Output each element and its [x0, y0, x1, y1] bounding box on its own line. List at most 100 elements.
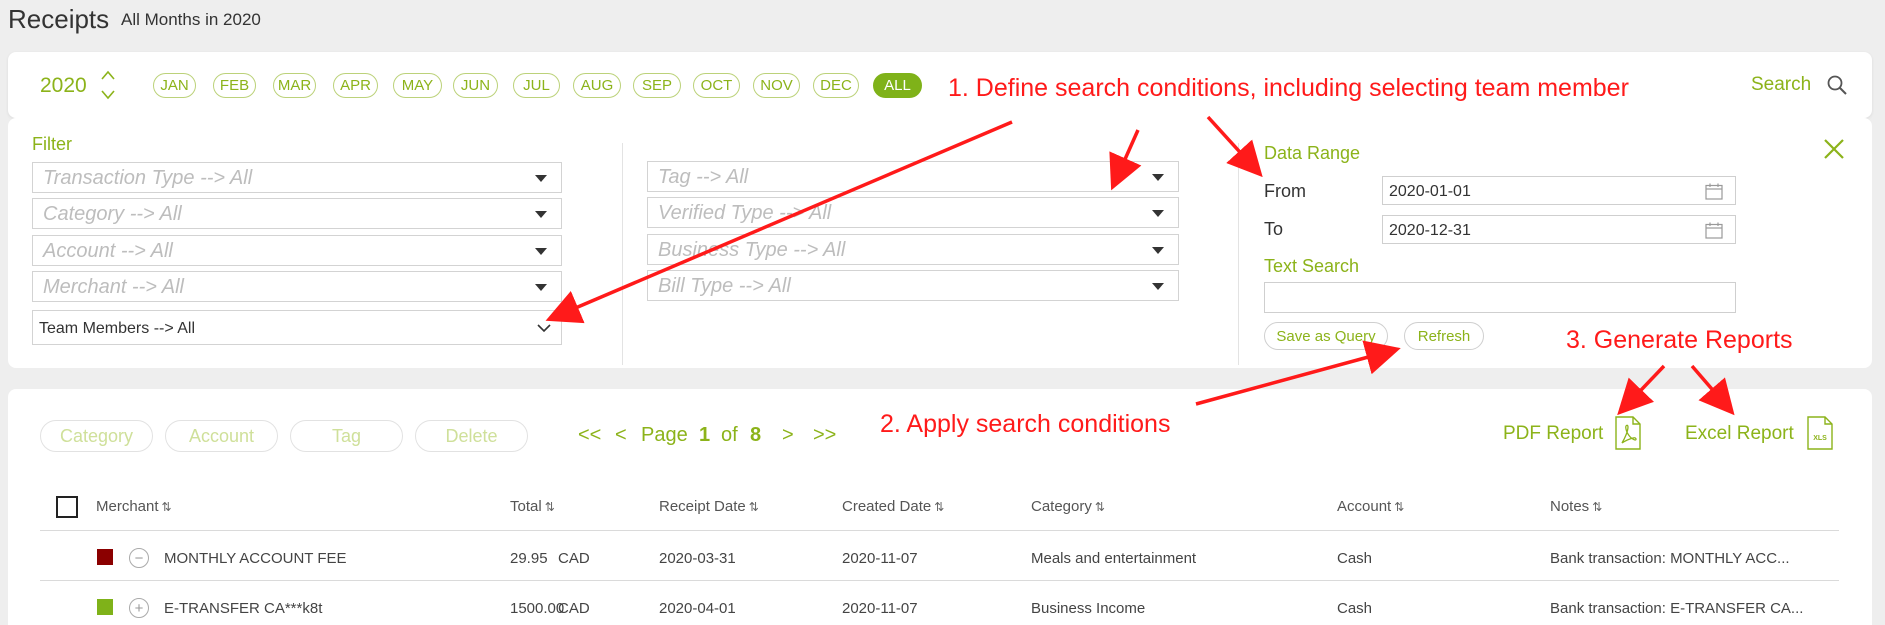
team-members-select[interactable]: Team Members --> All: [32, 310, 562, 345]
first-page-button[interactable]: <<: [578, 424, 601, 447]
column-label: Merchant: [96, 498, 159, 515]
sort-icon[interactable]: ⇅: [1095, 500, 1105, 514]
month-button-jun[interactable]: JUN: [453, 73, 498, 98]
from-date-input[interactable]: 2020-01-01: [1382, 176, 1736, 205]
cell-merchant: MONTHLY ACCOUNT FEE: [164, 550, 347, 567]
cell-total-amount: 1500.00: [510, 600, 565, 617]
expand-icon[interactable]: +: [129, 598, 149, 618]
sort-icon[interactable]: ⇅: [1394, 500, 1404, 514]
column-header-total[interactable]: Total ⇅: [510, 498, 555, 515]
month-button-nov[interactable]: NOV: [753, 73, 800, 98]
transaction-type-select[interactable]: Transaction Type --> All: [32, 162, 562, 193]
calendar-icon[interactable]: [1705, 222, 1723, 239]
last-page-button[interactable]: >>: [813, 424, 836, 447]
column-label: Total: [510, 498, 542, 515]
chevron-up-icon[interactable]: [100, 68, 116, 82]
column-header-receipt-date[interactable]: Receipt Date ⇅: [659, 498, 759, 515]
select-value: Bill Type --> All: [658, 275, 791, 297]
column-header-category[interactable]: Category ⇅: [1031, 498, 1105, 515]
column-header-merchant[interactable]: Merchant ⇅: [96, 498, 172, 515]
caret-down-icon: [1152, 283, 1164, 290]
cell-notes: Bank transaction: MONTHLY ACC...: [1550, 550, 1790, 567]
refresh-button[interactable]: Refresh: [1404, 322, 1484, 350]
status-color-square: [97, 599, 113, 615]
select-value: Team Members --> All: [39, 320, 196, 337]
close-icon[interactable]: [1822, 137, 1846, 161]
save-as-query-button[interactable]: Save as Query: [1264, 322, 1388, 350]
business-type-select[interactable]: Business Type --> All: [647, 234, 1179, 265]
chevron-down-icon[interactable]: [100, 88, 116, 102]
date-value: 2020-12-31: [1389, 222, 1471, 239]
cell-account: Cash: [1337, 600, 1373, 617]
prev-page-button[interactable]: <: [615, 424, 627, 447]
year-label: 2020: [40, 74, 87, 97]
row-divider: [40, 580, 1839, 581]
select-value: Category --> All: [43, 203, 182, 225]
month-button-mar[interactable]: MAR: [273, 73, 316, 98]
caret-down-icon: [535, 248, 547, 255]
column-header-created-date[interactable]: Created Date ⇅: [842, 498, 944, 515]
cell-notes: Bank transaction: E-TRANSFER CA...: [1550, 600, 1804, 617]
sort-icon[interactable]: ⇅: [749, 500, 759, 514]
merchant-select[interactable]: Merchant --> All: [32, 271, 562, 302]
next-page-button[interactable]: >: [782, 424, 794, 447]
caret-down-icon: [535, 175, 547, 182]
tag-action-button[interactable]: Tag: [290, 420, 403, 452]
sort-icon[interactable]: ⇅: [1592, 500, 1602, 514]
excel-report-link[interactable]: Excel Report: [1685, 423, 1794, 445]
cell-category: Business Income: [1031, 600, 1146, 617]
sort-icon[interactable]: ⇅: [162, 500, 172, 514]
month-button-oct[interactable]: OCT: [693, 73, 740, 98]
sort-icon[interactable]: ⇅: [545, 500, 555, 514]
date-range-label: Data Range: [1264, 143, 1361, 163]
caret-down-icon: [1152, 210, 1164, 217]
divider: [622, 143, 623, 365]
cell-merchant: E-TRANSFER CA***k8t: [164, 600, 323, 617]
account-select[interactable]: Account --> All: [32, 235, 562, 266]
calendar-icon[interactable]: [1705, 183, 1723, 200]
select-value: Business Type --> All: [658, 239, 846, 261]
to-date-input[interactable]: 2020-12-31: [1382, 215, 1736, 244]
month-button-may[interactable]: MAY: [393, 73, 442, 98]
select-value: Tag --> All: [658, 166, 749, 188]
month-button-all[interactable]: ALL: [873, 73, 922, 98]
annotation-step-3: 3. Generate Reports: [1566, 326, 1793, 354]
cell-receipt-date: 2020-03-31: [659, 550, 736, 567]
caret-down-icon: [1152, 174, 1164, 181]
annotation-step-1: 1. Define search conditions, including s…: [948, 74, 1629, 102]
search-icon[interactable]: [1826, 74, 1848, 96]
pdf-report-link[interactable]: PDF Report: [1503, 423, 1603, 445]
month-button-jul[interactable]: JUL: [513, 73, 560, 98]
month-button-jan[interactable]: JAN: [153, 73, 196, 98]
caret-down-icon: [535, 284, 547, 291]
delete-action-button[interactable]: Delete: [415, 420, 528, 452]
verified-type-select[interactable]: Verified Type --> All: [647, 197, 1179, 228]
cell-account: Cash: [1337, 550, 1373, 567]
collapse-icon[interactable]: −: [129, 548, 149, 568]
account-action-button[interactable]: Account: [165, 420, 278, 452]
tag-select[interactable]: Tag --> All: [647, 161, 1179, 192]
chevron-down-icon: [537, 324, 551, 333]
annotation-step-2: 2. Apply search conditions: [880, 410, 1171, 438]
bill-type-select[interactable]: Bill Type --> All: [647, 270, 1179, 301]
caret-down-icon: [535, 211, 547, 218]
column-header-notes[interactable]: Notes ⇅: [1550, 498, 1602, 515]
xls-text: XLS: [1813, 435, 1827, 442]
sort-icon[interactable]: ⇅: [934, 500, 944, 514]
select-all-checkbox[interactable]: [56, 496, 78, 518]
month-button-apr[interactable]: APR: [333, 73, 378, 98]
month-button-aug[interactable]: AUG: [573, 73, 621, 98]
excel-file-icon[interactable]: XLS: [1806, 416, 1834, 450]
select-value: Verified Type --> All: [658, 202, 832, 224]
month-button-feb[interactable]: FEB: [213, 73, 256, 98]
text-search-input[interactable]: [1264, 282, 1736, 313]
column-header-account[interactable]: Account ⇅: [1337, 498, 1404, 515]
pdf-file-icon[interactable]: [1614, 416, 1642, 450]
header-divider: [40, 530, 1839, 531]
cell-created-date: 2020-11-07: [842, 550, 918, 567]
category-action-button[interactable]: Category: [40, 420, 153, 452]
month-button-dec[interactable]: DEC: [813, 73, 859, 98]
category-select[interactable]: Category --> All: [32, 198, 562, 229]
search-label[interactable]: Search: [1751, 74, 1811, 96]
month-button-sep[interactable]: SEP: [633, 73, 681, 98]
